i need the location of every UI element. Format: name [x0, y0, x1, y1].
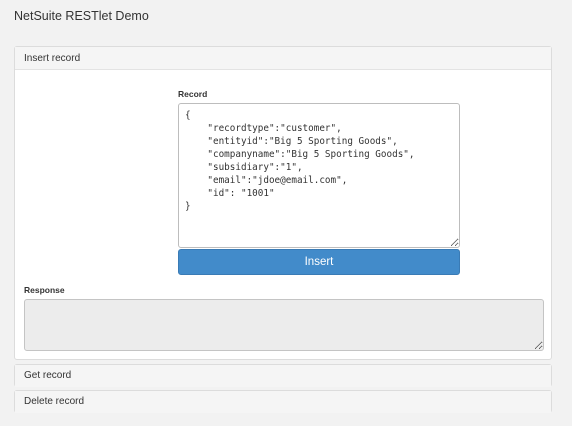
delete-record-heading[interactable]: Delete record — [15, 391, 551, 413]
insert-record-heading[interactable]: Insert record — [15, 47, 551, 70]
get-record-heading[interactable]: Get record — [15, 365, 551, 387]
get-record-panel: Get record — [14, 364, 552, 387]
record-textarea[interactable] — [178, 103, 460, 248]
response-label: Response — [24, 285, 65, 295]
insert-record-panel: Insert record Record Insert Response — [14, 46, 552, 360]
response-textarea[interactable] — [24, 299, 544, 351]
insert-button[interactable]: Insert — [178, 249, 460, 275]
app-title: NetSuite RESTlet Demo — [14, 9, 149, 23]
delete-record-panel: Delete record — [14, 390, 552, 413]
record-label: Record — [178, 89, 208, 99]
